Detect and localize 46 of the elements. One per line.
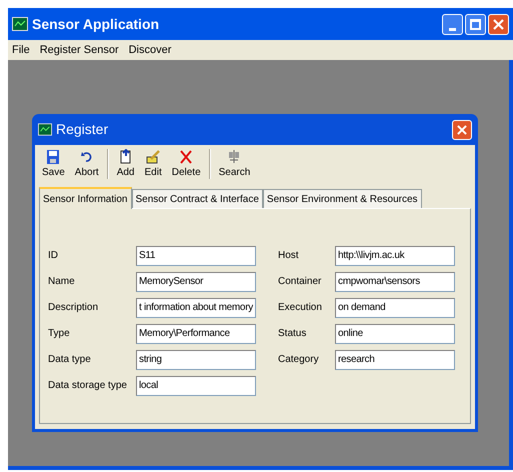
toolbar-button[interactable]: Abort — [70, 148, 104, 180]
input-field[interactable]: MemorySensor — [136, 272, 256, 292]
field-label: Description — [48, 301, 100, 315]
dialog-title: Register — [56, 120, 110, 139]
field-label: Host — [278, 249, 300, 263]
input-field[interactable]: local — [136, 376, 256, 396]
toolbar-button[interactable]: Save — [37, 148, 70, 180]
close-button[interactable] — [452, 120, 472, 140]
close-button[interactable] — [488, 14, 509, 34]
pencil-icon — [145, 148, 162, 164]
toolbar-button[interactable]: Add — [112, 148, 140, 180]
menu-item[interactable]: Register Sensor — [40, 42, 119, 58]
minimize-button[interactable] — [442, 14, 463, 34]
input-field[interactable]: on demand — [335, 298, 455, 318]
menu-item[interactable]: File — [12, 42, 30, 58]
field-label: Execution — [278, 301, 323, 315]
input-field[interactable]: S11 — [136, 246, 256, 266]
input-field[interactable]: Memory\Performance — [136, 324, 256, 344]
field-label: Status — [278, 327, 308, 341]
field-label: Data storage type — [48, 379, 128, 393]
field-label: Data type — [48, 353, 92, 367]
input-field[interactable]: cmpwomar\sensors — [335, 272, 455, 292]
toolbar-button[interactable]: Edit — [140, 148, 167, 180]
tab[interactable]: Sensor Information — [39, 187, 132, 209]
close-icon — [457, 124, 467, 134]
field-label: Category — [278, 353, 320, 367]
menu-item[interactable]: Discover — [128, 42, 172, 58]
field-label: Container — [278, 275, 322, 289]
input-field[interactable]: string — [136, 350, 256, 370]
toolbar-button[interactable]: Delete — [166, 148, 206, 180]
field-label: Type — [48, 327, 71, 341]
toolbar-button[interactable]: Search — [214, 148, 256, 180]
tab[interactable]: Sensor Contract & Interface — [132, 189, 263, 208]
app-icon — [38, 123, 52, 136]
input-field[interactable]: http:\\livjm.ac.uk — [335, 246, 455, 266]
app-icon — [12, 17, 28, 31]
input-field[interactable]: t information about memory — [136, 298, 256, 318]
cross-icon — [178, 148, 194, 164]
field-label: Name — [48, 275, 76, 289]
window-title: Sensor Application — [32, 14, 160, 34]
maximize-button[interactable] — [465, 14, 486, 34]
input-field[interactable]: online — [335, 324, 455, 344]
field-label: ID — [48, 249, 59, 263]
tab[interactable]: Sensor Environment & Resources — [262, 189, 422, 208]
close-icon — [493, 18, 504, 30]
input-field[interactable]: research — [335, 350, 455, 370]
